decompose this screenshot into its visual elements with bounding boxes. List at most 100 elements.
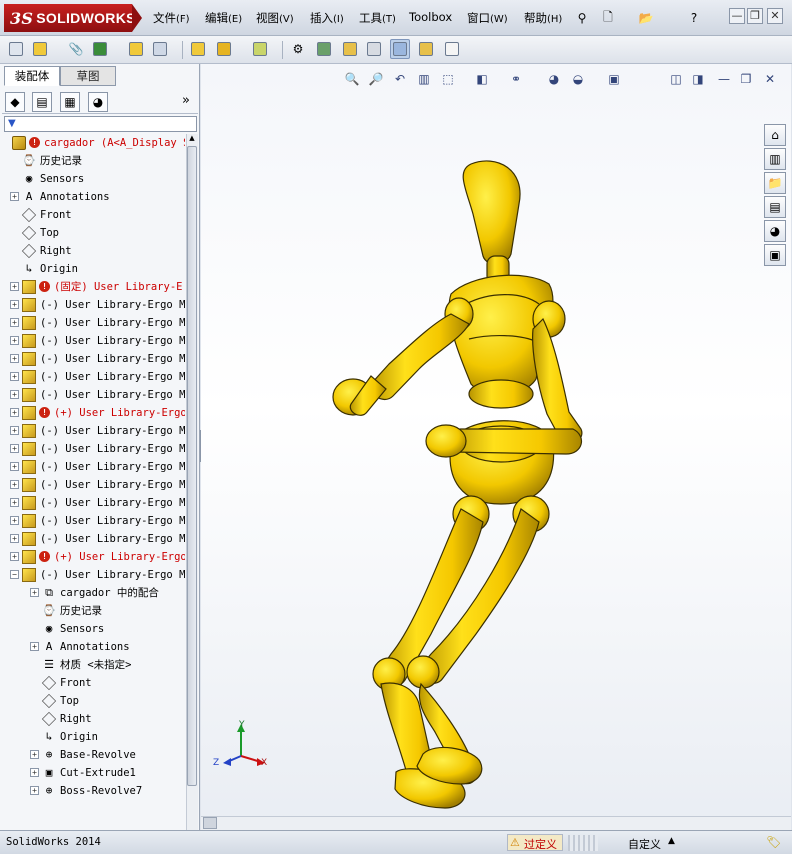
expand-icon[interactable]: + bbox=[30, 588, 39, 597]
expand-icon[interactable]: + bbox=[10, 480, 19, 489]
new-document-icon[interactable]: 🗋 bbox=[598, 8, 618, 28]
expand-icon[interactable]: + bbox=[10, 282, 19, 291]
units-dropdown-icon[interactable]: ▲ bbox=[668, 836, 675, 846]
tree-item[interactable]: + (-) User Library-Ergo Ma bbox=[2, 494, 185, 512]
expand-icon[interactable]: + bbox=[30, 786, 39, 795]
tree-item[interactable]: + (-) User Library-Ergo Ma bbox=[2, 368, 185, 386]
expand-icon[interactable]: + bbox=[30, 768, 39, 777]
menu-toolbox[interactable]: Toolbox bbox=[409, 10, 452, 28]
menu-help[interactable]: 帮助(H) bbox=[524, 10, 562, 28]
custom-units-label[interactable]: 自定义 bbox=[628, 836, 661, 852]
tree-item[interactable]: ◉ Sensors bbox=[2, 170, 185, 188]
file-explorer-icon[interactable]: 📁 bbox=[764, 172, 786, 194]
edit-appearance-icon[interactable]: ◕ bbox=[545, 70, 563, 88]
tree-item[interactable]: − (-) User Library-Ergo Ma bbox=[2, 566, 185, 584]
tree-item[interactable]: + (-) User Library-Ergo Ma bbox=[2, 332, 185, 350]
menu-window[interactable]: 窗口(W) bbox=[467, 10, 508, 28]
viewport-restore-icon[interactable]: ❐ bbox=[737, 70, 755, 88]
solidworks-logo[interactable]: 3S SOLIDWORKS bbox=[4, 4, 142, 32]
tree-item[interactable]: + A Annotations bbox=[2, 638, 185, 656]
expand-icon[interactable]: + bbox=[10, 318, 19, 327]
tree-item[interactable]: ☰ 材质 <未指定> bbox=[2, 656, 185, 674]
help-icon[interactable]: ? bbox=[684, 8, 704, 28]
tree-item[interactable]: + (-) User Library-Ergo Ma bbox=[2, 296, 185, 314]
show-hidden-icon[interactable] bbox=[188, 39, 208, 59]
display-style-icon[interactable]: ◧ bbox=[473, 70, 491, 88]
interference-detection-icon[interactable] bbox=[390, 39, 410, 59]
tree-item[interactable]: ⌚ 历史记录 bbox=[2, 602, 185, 620]
viewport-tile-icon[interactable]: ◨ bbox=[689, 70, 707, 88]
section-view-icon[interactable]: ▥ bbox=[415, 70, 433, 88]
tree-item[interactable]: Top bbox=[2, 692, 185, 710]
menu-edit[interactable]: 编辑(E) bbox=[205, 10, 242, 28]
tree-item[interactable]: + (-) User Library-Ergo Ma bbox=[2, 314, 185, 332]
instant3d-icon[interactable] bbox=[442, 39, 462, 59]
tree-item[interactable]: ↳ Origin bbox=[2, 260, 185, 278]
view-settings-icon[interactable]: ▣ bbox=[605, 70, 623, 88]
linear-pattern-icon[interactable] bbox=[90, 39, 110, 59]
pin-icon[interactable]: ⚲ bbox=[572, 8, 592, 28]
close-button[interactable]: ✕ bbox=[767, 8, 783, 24]
previous-view-icon[interactable]: ↶ bbox=[391, 70, 409, 88]
insert-component-icon[interactable] bbox=[30, 39, 50, 59]
tree-item[interactable]: + (-) User Library-Ergo Ma bbox=[2, 458, 185, 476]
tree-item[interactable]: + ⊕ Boss-Revolve7 bbox=[2, 782, 185, 800]
open-document-icon[interactable]: 📂 bbox=[636, 8, 656, 28]
graphics-area[interactable]: 🔍 🔎 ↶ ▥ ⬚ ◧ ⚭ ◕ ◒ ▣ ◫ ◨ — ❐ ✕ Y X Z bbox=[201, 64, 791, 830]
tree-item[interactable]: Front bbox=[2, 206, 185, 224]
feature-manager-icon[interactable]: ◆ bbox=[5, 92, 25, 112]
expand-icon[interactable]: + bbox=[10, 426, 19, 435]
expand-icon[interactable]: + bbox=[10, 192, 19, 201]
minimize-button[interactable]: — bbox=[729, 8, 745, 24]
bill-of-materials-icon[interactable] bbox=[314, 39, 334, 59]
tree-filter[interactable]: ▼ bbox=[4, 116, 197, 132]
tree-item[interactable]: Top bbox=[2, 224, 185, 242]
apply-scene-icon[interactable]: ◒ bbox=[569, 70, 587, 88]
tree-item[interactable]: + ▣ Cut-Extrude1 bbox=[2, 764, 185, 782]
tree-item[interactable]: + (-) User Library-Ergo Ma bbox=[2, 422, 185, 440]
solidworks-resources-icon[interactable]: ⌂ bbox=[764, 124, 786, 146]
mate-icon[interactable]: 📎 bbox=[66, 39, 86, 59]
design-library-icon[interactable]: ▥ bbox=[764, 148, 786, 170]
viewport-minimize-icon[interactable]: — bbox=[715, 70, 733, 88]
restore-button[interactable]: ❐ bbox=[747, 8, 763, 24]
mannequin-model[interactable] bbox=[311, 144, 641, 830]
tree-item[interactable]: + ⊕ Base-Revolve bbox=[2, 746, 185, 764]
expand-icon[interactable]: + bbox=[10, 336, 19, 345]
expand-icon[interactable]: + bbox=[10, 372, 19, 381]
assembly-features-icon[interactable] bbox=[214, 39, 234, 59]
tree-item[interactable]: ⌚ 历史记录 bbox=[2, 152, 185, 170]
tree-item[interactable]: Front bbox=[2, 674, 185, 692]
tree-item[interactable]: + (-) User Library-Ergo Ma bbox=[2, 386, 185, 404]
tree-item[interactable]: +! (+) User Library-Ergo bbox=[2, 548, 185, 566]
configuration-manager-icon[interactable]: ▦ bbox=[60, 92, 80, 112]
view-orientation-icon[interactable]: ⬚ bbox=[439, 70, 457, 88]
menu-insert[interactable]: 插入(I) bbox=[310, 10, 344, 28]
graphics-hscroll-thumb[interactable] bbox=[203, 817, 217, 829]
menu-tools[interactable]: 工具(T) bbox=[359, 10, 396, 28]
new-motion-study-icon[interactable]: ⚙ bbox=[288, 39, 308, 59]
tree-scroll-thumb[interactable] bbox=[187, 146, 197, 786]
expand-icon[interactable]: + bbox=[10, 390, 19, 399]
tab-assembly[interactable]: 装配体 bbox=[4, 66, 60, 86]
tree-item[interactable]: ! cargador (A<A_Display S bbox=[2, 134, 185, 152]
edit-component-icon[interactable] bbox=[6, 39, 26, 59]
tag-icon[interactable]: 🏷 bbox=[766, 835, 781, 849]
expand-icon[interactable]: + bbox=[10, 534, 19, 543]
view-palette-icon[interactable]: ▤ bbox=[764, 196, 786, 218]
expand-icon[interactable]: + bbox=[10, 408, 19, 417]
expand-icon[interactable]: + bbox=[10, 516, 19, 525]
tree-item[interactable]: + ⧉ cargador 中的配合 bbox=[2, 584, 185, 602]
viewport-close-icon[interactable]: ✕ bbox=[761, 70, 779, 88]
tree-item[interactable]: ↳ Origin bbox=[2, 728, 185, 746]
tree-item[interactable]: ◉ Sensors bbox=[2, 620, 185, 638]
expand-icon[interactable]: + bbox=[10, 444, 19, 453]
tree-item[interactable]: + A Annotations bbox=[2, 188, 185, 206]
smart-fasteners-icon[interactable] bbox=[126, 39, 146, 59]
overdefined-status[interactable]: ⚠ 过定义 bbox=[507, 834, 563, 851]
graphics-horizontal-scrollbar[interactable] bbox=[201, 816, 791, 830]
menu-view[interactable]: 视图(V) bbox=[256, 10, 294, 28]
tree-item[interactable]: + (-) User Library-Ergo Ma bbox=[2, 530, 185, 548]
viewport-split-icon[interactable]: ◫ bbox=[667, 70, 685, 88]
reference-geometry-icon[interactable] bbox=[250, 39, 270, 59]
